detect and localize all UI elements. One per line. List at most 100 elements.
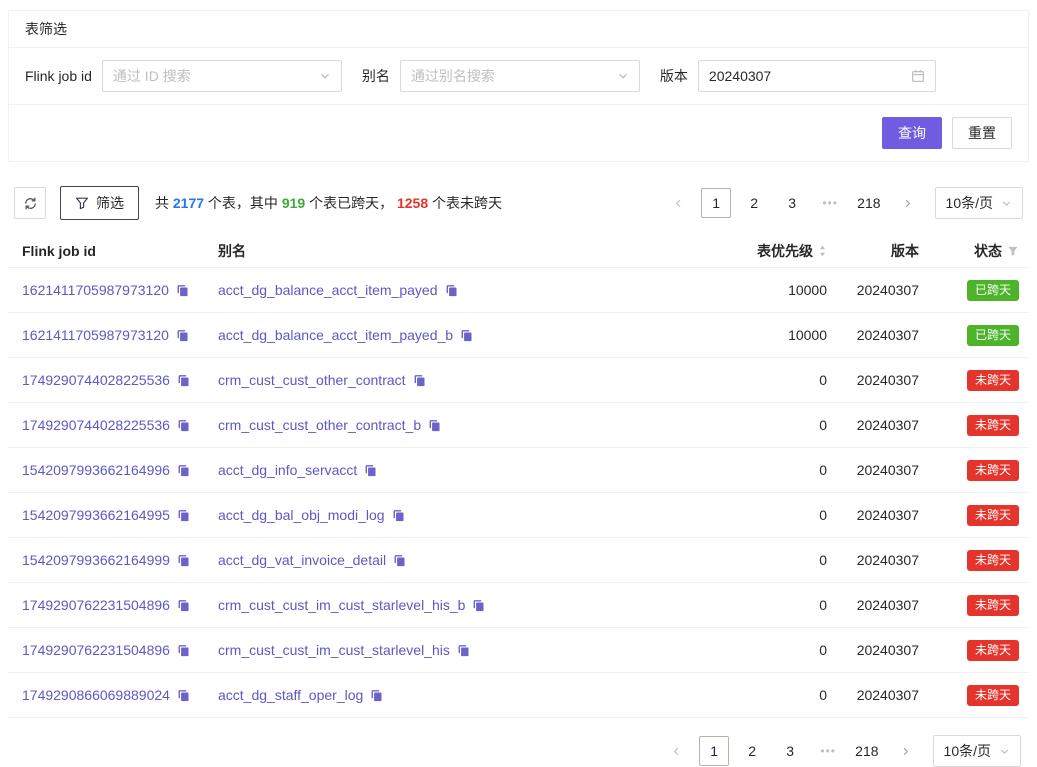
alias-select[interactable] [400, 60, 640, 92]
job-id-link[interactable]: 1749290866069889024 [22, 687, 170, 703]
copy-icon[interactable] [457, 644, 470, 657]
version-value: 20240307 [827, 597, 919, 613]
page-button-last[interactable]: 218 [851, 736, 882, 766]
job-id-select[interactable] [102, 60, 342, 92]
version-date-input[interactable] [709, 68, 905, 84]
copy-icon[interactable] [472, 599, 485, 612]
table-row: 1749290762231504896 crm_cust_cust_im_cus… [8, 628, 1029, 673]
page-button-2[interactable]: 2 [737, 736, 767, 766]
copy-icon[interactable] [392, 509, 405, 522]
filter-button[interactable]: 筛选 [60, 186, 139, 220]
job-id-select-input[interactable] [113, 68, 313, 84]
job-id-cell: 1749290744028225536 [22, 372, 218, 388]
copy-icon[interactable] [177, 554, 190, 567]
copy-icon[interactable] [177, 689, 190, 702]
page-button-last[interactable]: 218 [853, 188, 884, 218]
page-jump-ellipsis[interactable]: ••• [815, 188, 845, 218]
alias-link[interactable]: acct_dg_balance_acct_item_payed [218, 282, 438, 298]
job-id-link[interactable]: 1621411705987973120 [22, 327, 169, 343]
copy-icon[interactable] [460, 329, 473, 342]
page-jump-ellipsis[interactable]: ••• [813, 736, 843, 766]
version-value: 20240307 [827, 282, 919, 298]
calendar-icon [911, 69, 925, 83]
version-value: 20240307 [827, 372, 919, 388]
copy-icon[interactable] [177, 374, 190, 387]
alias-link[interactable]: crm_cust_cust_im_cust_starlevel_his_b [218, 597, 465, 613]
alias-cell: crm_cust_cust_other_contract_b [218, 417, 715, 433]
page-button-1[interactable]: 1 [701, 188, 731, 218]
alias-select-input[interactable] [411, 68, 611, 84]
page-button-3[interactable]: 3 [777, 188, 807, 218]
job-id-link[interactable]: 1621411705987973120 [22, 282, 169, 298]
header-priority[interactable]: 表优先级 [715, 241, 827, 261]
prev-page-button[interactable] [661, 736, 691, 766]
refresh-button[interactable] [14, 187, 46, 219]
next-page-button[interactable] [893, 188, 923, 218]
reset-button[interactable]: 重置 [952, 117, 1012, 149]
status-badge: 未跨天 [967, 460, 1019, 481]
alias-link[interactable]: acct_dg_vat_invoice_detail [218, 552, 386, 568]
copy-icon[interactable] [393, 554, 406, 567]
status-cell: 未跨天 [919, 415, 1019, 436]
sort-carets-icon[interactable] [818, 244, 827, 258]
page-size-select[interactable]: 10条/页 [933, 735, 1021, 767]
next-page-button[interactable] [891, 736, 921, 766]
page-button-1[interactable]: 1 [699, 736, 729, 766]
job-id-link[interactable]: 1749290762231504896 [22, 597, 170, 613]
job-id-link[interactable]: 1542097993662164995 [22, 507, 170, 523]
job-id-link[interactable]: 1749290762231504896 [22, 642, 170, 658]
alias-cell: acct_dg_balance_acct_item_payed_b [218, 327, 715, 343]
copy-icon[interactable] [364, 464, 377, 477]
status-cell: 未跨天 [919, 505, 1019, 526]
summary-total: 2177 [173, 195, 204, 211]
alias-link[interactable]: acct_dg_info_servacct [218, 462, 357, 478]
copy-icon[interactable] [177, 509, 190, 522]
job-id-link[interactable]: 1542097993662164999 [22, 552, 170, 568]
copy-icon[interactable] [413, 374, 426, 387]
query-button[interactable]: 查询 [882, 117, 942, 149]
copy-icon[interactable] [177, 644, 190, 657]
summary-text: 共 [155, 195, 173, 211]
alias-link[interactable]: acct_dg_staff_oper_log [218, 687, 363, 703]
alias-link[interactable]: crm_cust_cust_other_contract [218, 372, 406, 388]
page-button-2[interactable]: 2 [739, 188, 769, 218]
alias-link[interactable]: crm_cust_cust_other_contract_b [218, 417, 421, 433]
copy-icon[interactable] [176, 284, 189, 297]
priority-value: 0 [715, 417, 827, 433]
priority-value: 10000 [715, 282, 827, 298]
chevron-down-icon [617, 70, 629, 82]
page-button-3[interactable]: 3 [775, 736, 805, 766]
version-date-picker[interactable] [698, 60, 936, 92]
copy-icon[interactable] [177, 464, 190, 477]
alias-link[interactable]: crm_cust_cust_im_cust_starlevel_his [218, 642, 450, 658]
filter-funnel-icon[interactable] [1007, 245, 1019, 257]
page-size-select[interactable]: 10条/页 [935, 187, 1023, 219]
copy-icon[interactable] [176, 329, 189, 342]
alias-link[interactable]: acct_dg_bal_obj_modi_log [218, 507, 385, 523]
job-id-filter-group: Flink job id [25, 60, 342, 92]
page: 表筛选 Flink job id 别名 [0, 0, 1037, 767]
status-badge: 未跨天 [967, 415, 1019, 436]
table-row: 1749290762231504896 crm_cust_cust_im_cus… [8, 583, 1029, 628]
copy-icon[interactable] [445, 284, 458, 297]
copy-icon[interactable] [177, 419, 190, 432]
status-cell: 未跨天 [919, 685, 1019, 706]
job-id-cell: 1621411705987973120 [22, 282, 218, 298]
header-status-label: 状态 [974, 241, 1002, 261]
priority-value: 10000 [715, 327, 827, 343]
prev-page-button[interactable] [663, 188, 693, 218]
copy-icon[interactable] [428, 419, 441, 432]
alias-link[interactable]: acct_dg_balance_acct_item_payed_b [218, 327, 453, 343]
job-id-cell: 1749290762231504896 [22, 597, 218, 613]
copy-icon[interactable] [177, 599, 190, 612]
version-label: 版本 [660, 66, 688, 86]
job-id-link[interactable]: 1749290744028225536 [22, 372, 170, 388]
job-id-link[interactable]: 1749290744028225536 [22, 417, 170, 433]
table-row: 1542097993662164999 acct_dg_vat_invoice_… [8, 538, 1029, 583]
copy-icon[interactable] [370, 689, 383, 702]
job-id-cell: 1542097993662164999 [22, 552, 218, 568]
priority-value: 0 [715, 462, 827, 478]
chevron-down-icon [999, 746, 1010, 757]
job-id-link[interactable]: 1542097993662164996 [22, 462, 170, 478]
status-badge: 已跨天 [967, 280, 1019, 301]
